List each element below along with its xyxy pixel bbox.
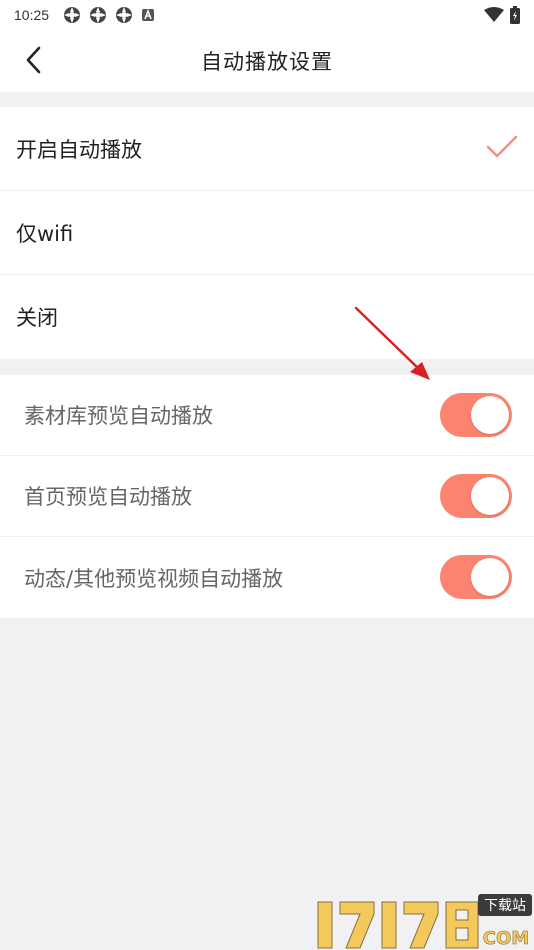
toggle-row-library-preview: 素材库预览自动播放: [0, 375, 534, 456]
feed-video-preview-toggle[interactable]: [440, 555, 512, 599]
toggle-knob: [471, 558, 509, 596]
system-icons: [484, 6, 520, 24]
toggle-row-home-preview: 首页预览自动播放: [0, 456, 534, 537]
title-bar: 自动播放设置: [0, 30, 534, 92]
option-label: 仅wifi: [16, 221, 74, 246]
battery-icon: [510, 6, 520, 24]
status-time: 10:25: [14, 7, 50, 23]
library-preview-toggle[interactable]: [440, 393, 512, 437]
annotation-arrow-icon: [354, 306, 430, 380]
option-label: 关闭: [16, 306, 58, 330]
settings-screen: 10:25 自动播放设置 开启自动播放 仅wifi 关闭 素材库预览自动播放 首…: [0, 0, 534, 950]
preview-toggles: 素材库预览自动播放 首页预览自动播放 动态/其他预览视频自动播放: [0, 375, 534, 618]
autoplay-options: 开启自动播放 仅wifi 关闭: [0, 107, 534, 359]
checkmark-icon: [486, 135, 518, 158]
watermark-badge: 下载站: [484, 898, 526, 914]
toggle-label: 动态/其他预览视频自动播放: [24, 566, 284, 591]
option-autoplay-on[interactable]: 开启自动播放: [0, 107, 534, 191]
toggle-knob: [471, 477, 509, 515]
toggle-label: 素材库预览自动播放: [24, 404, 213, 428]
option-label: 开启自动播放: [16, 137, 142, 162]
sync-icon: [90, 7, 107, 23]
watermark-suffix: COM: [483, 928, 529, 949]
option-wifi-only[interactable]: 仅wifi: [0, 191, 534, 275]
toggle-row-feed-video-preview: 动态/其他预览视频自动播放: [0, 537, 534, 618]
sync-icon: [64, 7, 81, 23]
back-button[interactable]: [14, 40, 54, 80]
sync-icon: [116, 7, 133, 23]
option-off[interactable]: 关闭: [0, 275, 534, 359]
watermark-logo: 下载站 COM: [317, 894, 532, 949]
toggle-knob: [471, 396, 509, 434]
home-preview-toggle[interactable]: [440, 474, 512, 518]
chevron-left-icon: [26, 46, 41, 74]
notification-icons: [63, 6, 155, 24]
keyboard-a-icon: [142, 8, 155, 21]
toggle-label: 首页预览自动播放: [24, 485, 192, 509]
page-title: 自动播放设置: [201, 50, 333, 74]
status-bar: 10:25: [0, 0, 534, 30]
wifi-icon: [484, 7, 504, 22]
